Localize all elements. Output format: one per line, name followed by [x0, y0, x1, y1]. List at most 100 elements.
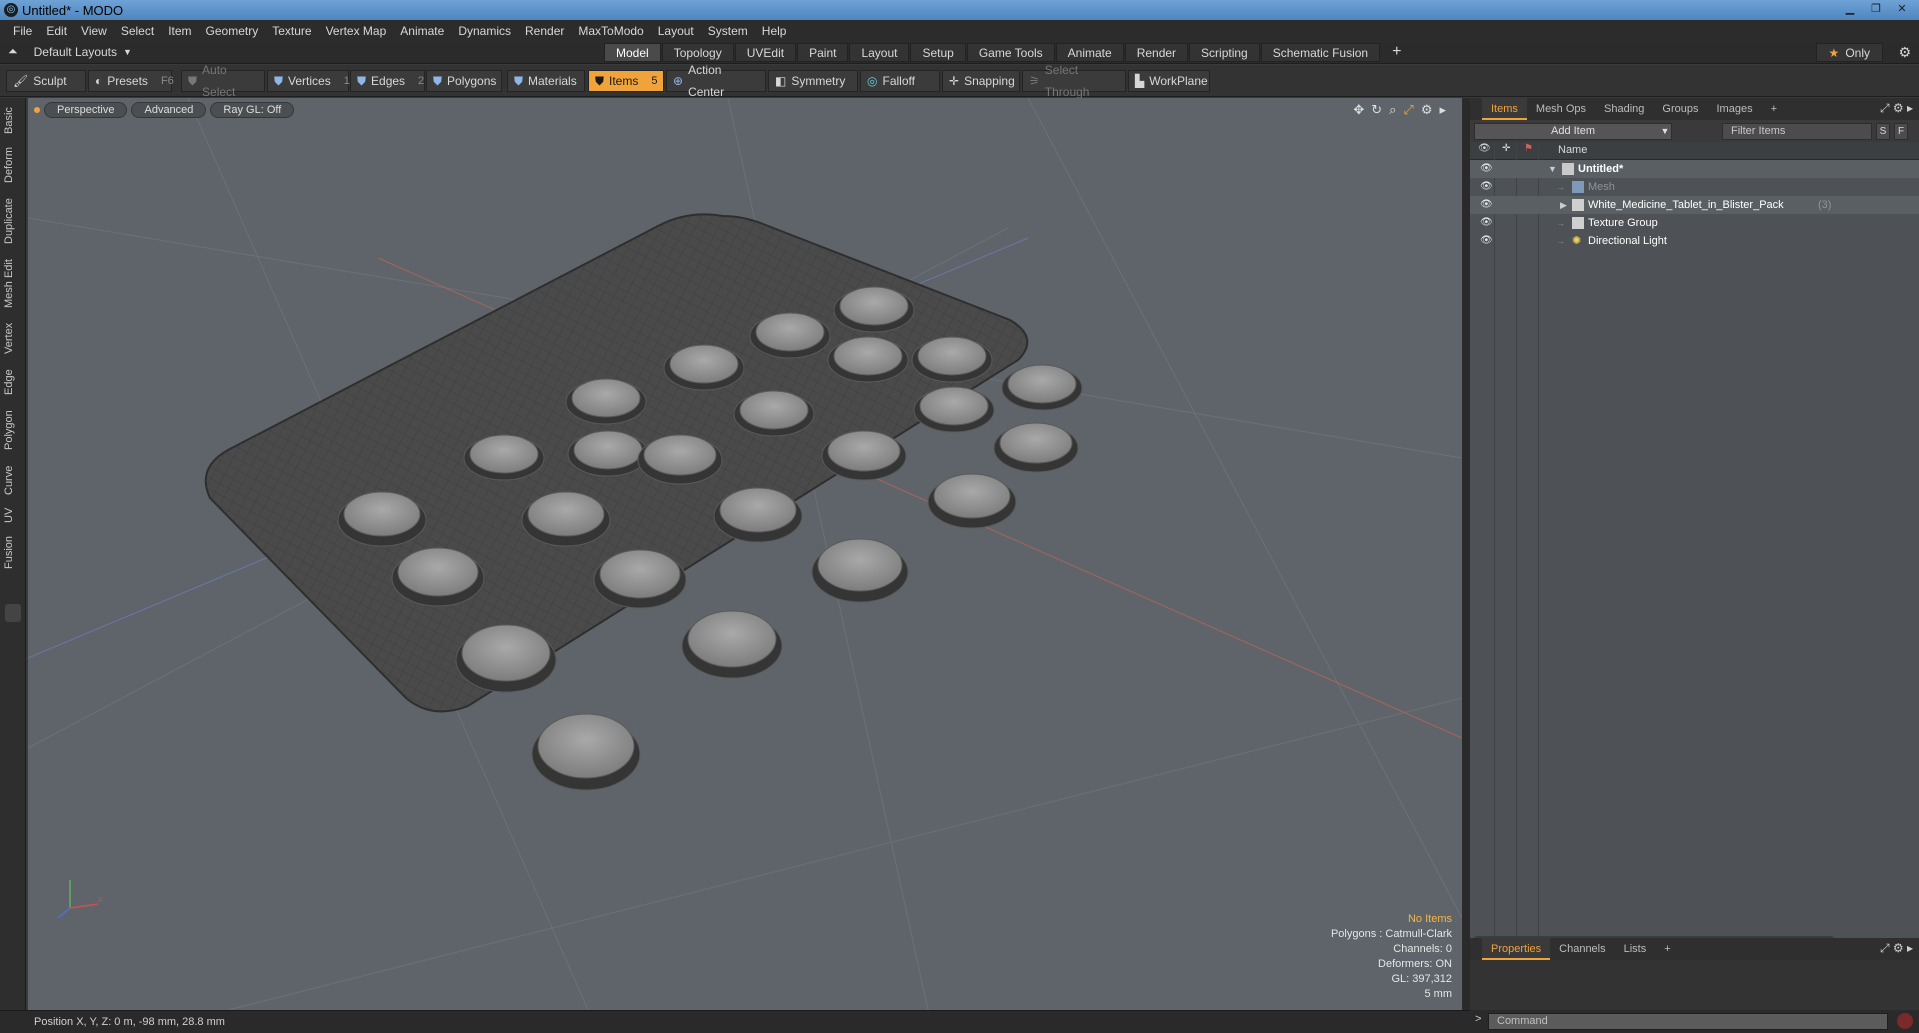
rail-tab-edge[interactable]: Edge [3, 364, 23, 400]
expand-arrow-icon[interactable]: ▼ [1548, 160, 1557, 178]
eye-icon[interactable]: 👁 [1480, 178, 1493, 196]
3d-viewport[interactable]: x Perspective Advanced Ray GL: Off ✥ ↻ ⌕… [28, 98, 1462, 1010]
rail-tab-fusion[interactable]: Fusion [3, 530, 23, 574]
minimize-icon[interactable]: ▁ [1839, 1, 1861, 17]
tab-layout[interactable]: Layout [849, 43, 910, 62]
tab-model[interactable]: Model [604, 43, 661, 62]
snapping-button[interactable]: ✛ Snapping [942, 70, 1020, 92]
rail-toggle-button[interactable] [5, 604, 21, 622]
tab-images[interactable]: Images [1708, 98, 1762, 120]
menu-view[interactable]: View [74, 24, 114, 38]
panel-splitter[interactable] [1462, 98, 1470, 1010]
select-through-button[interactable]: ⚞ Select Through [1022, 63, 1126, 99]
menu-render[interactable]: Render [518, 24, 571, 38]
tree-row-scene[interactable]: 👁 ▼ Untitled* [1470, 160, 1919, 178]
viewport-gear-icon[interactable]: ⚙ [1421, 102, 1433, 118]
layout-selector[interactable]: ⏶ Default Layouts ▼ [8, 44, 132, 59]
eye-icon[interactable]: 👁 [1480, 214, 1493, 232]
symmetry-button[interactable]: ◧ Symmetry [768, 70, 858, 92]
menu-select[interactable]: Select [114, 24, 161, 38]
auto-select-button[interactable]: ⛊ Auto Select [181, 63, 265, 99]
expand-arrow-icon[interactable]: ▶ [1560, 196, 1567, 214]
presets-button[interactable]: ◐ Presets F6 [88, 70, 174, 92]
lock-col-icon[interactable]: ✛ [1502, 143, 1510, 154]
panel-options-icon[interactable]: ⤢ ⚙ ▸ [1880, 101, 1913, 116]
tab-mesh-ops[interactable]: Mesh Ops [1527, 98, 1595, 120]
command-stop-icon[interactable] [1897, 1013, 1913, 1029]
menu-help[interactable]: Help [755, 24, 794, 38]
rail-tab-duplicate[interactable]: Duplicate [3, 192, 23, 250]
raygl-button[interactable]: Ray GL: Off [210, 102, 295, 118]
tab-scripting[interactable]: Scripting [1189, 43, 1260, 62]
tab-render[interactable]: Render [1124, 43, 1189, 62]
maximize-icon[interactable]: ❐ [1865, 1, 1887, 17]
rail-tab-curve[interactable]: Curve [3, 460, 23, 500]
only-toggle[interactable]: ★ Only [1815, 43, 1883, 62]
tab-channels[interactable]: Channels [1550, 938, 1614, 960]
tab-lists[interactable]: Lists [1615, 938, 1656, 960]
pan-icon[interactable]: ✥ [1353, 102, 1364, 118]
shading-advanced-button[interactable]: Advanced [131, 102, 207, 118]
menu-texture[interactable]: Texture [265, 24, 318, 38]
menu-layout[interactable]: Layout [651, 24, 701, 38]
tree-row-mesh[interactable]: 👁 → Mesh [1470, 178, 1919, 196]
eye-icon[interactable]: 👁 [1480, 232, 1493, 250]
menu-maxtomodo[interactable]: MaxToModo [571, 24, 650, 38]
rotate-icon[interactable]: ↻ [1371, 102, 1382, 118]
tree-row-blister-pack[interactable]: 👁 ▶ White_Medicine_Tablet_in_Blister_Pac… [1470, 196, 1919, 214]
menu-dynamics[interactable]: Dynamics [451, 24, 518, 38]
fit-icon[interactable]: ⤢ [1403, 102, 1413, 118]
rail-tab-uv[interactable]: UV [3, 502, 23, 528]
add-properties-tab-button[interactable]: + [1655, 938, 1679, 960]
menu-animate[interactable]: Animate [393, 24, 451, 38]
eye-icon[interactable]: 👁 [1480, 196, 1493, 214]
s-filter-button[interactable]: S [1876, 123, 1890, 140]
tab-schematic-fusion[interactable]: Schematic Fusion [1260, 43, 1381, 62]
sculpt-button[interactable]: 🖌 Sculpt [6, 70, 86, 92]
name-column-header[interactable]: Name [1558, 144, 1587, 156]
items-button[interactable]: ⛊ Items 5 [588, 70, 664, 92]
tab-paint[interactable]: Paint [797, 43, 849, 62]
workplane-button[interactable]: ▙ WorkPlane [1128, 70, 1210, 92]
gear-icon[interactable]: ⚙ [1898, 44, 1911, 61]
tab-shading[interactable]: Shading [1595, 98, 1653, 120]
rail-tab-deform[interactable]: Deform [3, 144, 23, 186]
rail-tab-vertex[interactable]: Vertex [3, 316, 23, 360]
menu-item[interactable]: Item [161, 24, 198, 38]
rail-tab-basic[interactable]: Basic [3, 104, 23, 138]
action-center-button[interactable]: ⊕ Action Center [666, 63, 766, 99]
tree-row-directional-light[interactable]: 👁 → ✺ Directional Light [1470, 232, 1919, 250]
menu-edit[interactable]: Edit [39, 24, 74, 38]
menu-system[interactable]: System [701, 24, 755, 38]
tab-groups[interactable]: Groups [1653, 98, 1707, 120]
polygons-button[interactable]: ⛊ Polygons [426, 70, 502, 92]
visibility-col-icon[interactable]: 👁 [1478, 143, 1491, 154]
f-filter-button[interactable]: F [1894, 123, 1908, 140]
vertices-button[interactable]: ⛊ Vertices 1 [267, 70, 350, 92]
filter-items-input[interactable]: Filter Items [1722, 123, 1872, 140]
tab-items[interactable]: Items [1482, 98, 1527, 120]
zoom-icon[interactable]: ⌕ [1389, 102, 1396, 118]
add-tab-button[interactable]: + [1381, 43, 1412, 62]
tab-game-tools[interactable]: Game Tools [966, 43, 1055, 62]
falloff-button[interactable]: ◎ Falloff [860, 70, 940, 92]
edges-button[interactable]: ⛊ Edges 2 [350, 70, 425, 92]
add-panel-tab-button[interactable]: + [1762, 98, 1786, 120]
viewport-menu-arrow-icon[interactable]: ▸ [1439, 102, 1446, 118]
view-perspective-button[interactable]: Perspective [44, 102, 128, 118]
eye-icon[interactable]: 👁 [1480, 160, 1493, 178]
menu-geometry[interactable]: Geometry [199, 24, 266, 38]
menu-file[interactable]: File [6, 24, 39, 38]
rail-tab-mesh-edit[interactable]: Mesh Edit [3, 256, 23, 312]
render-col-icon[interactable]: ⚑ [1524, 143, 1533, 154]
close-icon[interactable]: ✕ [1891, 1, 1913, 17]
add-item-button[interactable]: Add Item ▼ [1474, 123, 1672, 140]
tab-properties[interactable]: Properties [1482, 938, 1551, 960]
command-input[interactable]: Command [1488, 1013, 1888, 1030]
rail-tab-polygon[interactable]: Polygon [3, 404, 23, 456]
materials-button[interactable]: ⛊ Materials [507, 70, 585, 92]
tree-row-texture-group[interactable]: 👁 → Texture Group [1470, 214, 1919, 232]
properties-options-icon[interactable]: ⤢ ⚙ ▸ [1880, 941, 1913, 956]
tab-setup[interactable]: Setup [910, 43, 966, 62]
menu-vertex-map[interactable]: Vertex Map [319, 24, 394, 38]
